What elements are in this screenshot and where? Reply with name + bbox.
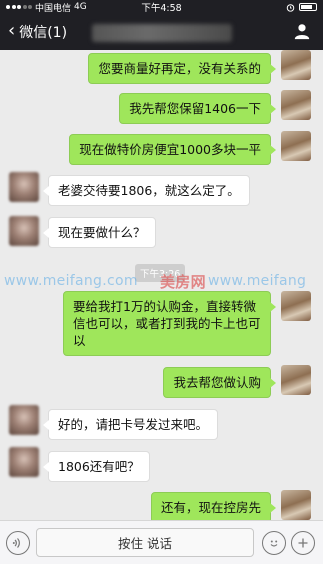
watermark-text-right: www.meifang xyxy=(208,273,307,289)
message-bubble-outgoing[interactable]: 要给我打1万的认购金，直接转微信也可以，或者打到我的卡上也可以 xyxy=(63,291,276,356)
contact-avatar[interactable] xyxy=(9,216,39,246)
my-avatar[interactable] xyxy=(281,131,311,161)
message-bubble-outgoing[interactable]: 还有，现在控房先 xyxy=(150,492,277,520)
back-button[interactable]: ‹ 微信(1) xyxy=(8,22,67,42)
watermark-brand: 美房网 xyxy=(160,273,206,291)
chevron-left-icon: ‹ xyxy=(8,20,16,41)
hold-to-talk-button[interactable]: 按住 说话 xyxy=(36,528,254,557)
chat-area[interactable]: 您要商量好再定，没有关系的 我先帮您保留1406一下 现在做特价房便宜1000多… xyxy=(0,50,323,520)
smiley-icon xyxy=(270,540,278,547)
person-icon[interactable] xyxy=(293,22,311,40)
message-bubble-incoming[interactable]: 1806还有吧？ xyxy=(43,451,150,482)
more-button[interactable] xyxy=(291,531,315,555)
watermark: www.meifang.com 美房网 www.meifang xyxy=(0,273,323,293)
plus-icon xyxy=(298,538,308,548)
message-bubble-incoming[interactable]: 现在要做什么？ xyxy=(43,217,156,248)
clock: 下午4:58 xyxy=(141,3,182,14)
contact-name-blurred xyxy=(92,24,232,42)
back-label: 微信(1) xyxy=(19,25,68,41)
message-bubble-incoming[interactable]: 好的，请把卡号发过来吧。 xyxy=(42,409,219,440)
my-avatar[interactable] xyxy=(281,490,311,520)
voice-icon xyxy=(12,538,20,548)
message-bubble-outgoing[interactable]: 我去帮您做认购 xyxy=(163,367,276,398)
contact-avatar[interactable] xyxy=(9,172,39,202)
my-avatar[interactable] xyxy=(281,365,311,395)
battery-icon xyxy=(299,3,317,11)
nav-bar: ‹ 微信(1) xyxy=(0,14,323,50)
voice-toggle-button[interactable] xyxy=(6,531,30,555)
message-bubble-outgoing[interactable]: 我先帮您保留1406一下 xyxy=(119,93,276,124)
emoji-button[interactable] xyxy=(262,531,286,555)
contact-avatar[interactable] xyxy=(9,447,39,477)
my-avatar[interactable] xyxy=(281,90,311,120)
message-bubble-incoming[interactable]: 老婆交待要1806，就这么定了。 xyxy=(43,175,250,206)
contact-avatar[interactable] xyxy=(9,405,39,435)
watermark-text-left: www.meifang.com xyxy=(4,273,138,289)
input-bar: 按住 说话 xyxy=(0,520,323,564)
my-avatar[interactable] xyxy=(281,291,311,321)
message-bubble-outgoing[interactable]: 您要商量好再定，没有关系的 xyxy=(88,53,276,84)
status-bar: 中国电信 4G 下午4:58 xyxy=(0,0,323,14)
my-avatar[interactable] xyxy=(281,50,311,80)
message-bubble-outgoing[interactable]: 现在做特价房便宜1000多块一平 xyxy=(69,134,276,165)
